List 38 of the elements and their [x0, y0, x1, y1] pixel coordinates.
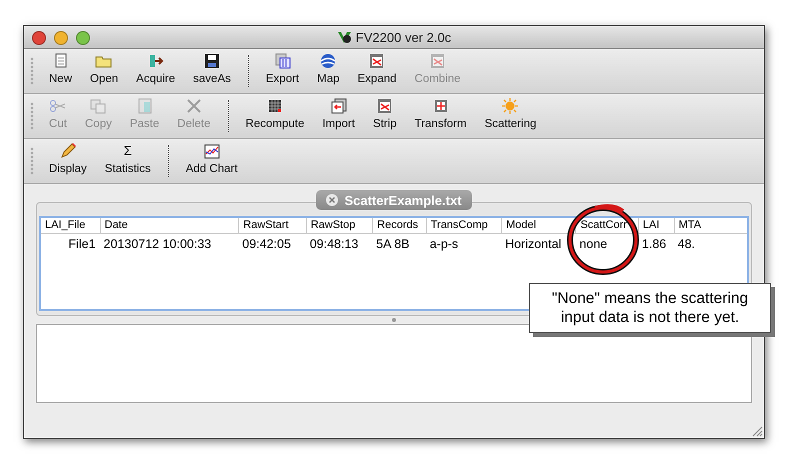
- table-cell-text: 48.: [676, 236, 696, 253]
- toolbar-button[interactable]: Export: [256, 49, 308, 93]
- column-header[interactable]: Date: [100, 218, 238, 233]
- column-header[interactable]: TransComp: [426, 218, 502, 233]
- toolbar-button[interactable]: Display: [40, 139, 96, 183]
- table-cell-text: 09:42:05: [241, 236, 292, 253]
- toolbar-button[interactable]: Strip: [364, 94, 406, 138]
- toolbar-button[interactable]: Add Chart: [176, 139, 247, 183]
- sigma-icon: Σ: [124, 142, 132, 160]
- toolbar-button[interactable]: Open: [81, 49, 128, 93]
- table-cell-text: Horizontal: [504, 236, 562, 253]
- toolbar-button[interactable]: Transform: [406, 94, 476, 138]
- table-cell-text: 1.86: [640, 236, 668, 253]
- column-header[interactable]: MTA: [674, 218, 747, 233]
- table-cell-text: a-p-s: [428, 236, 460, 253]
- table-cell-text: none: [578, 236, 608, 253]
- column-header[interactable]: LAI_File: [41, 218, 100, 233]
- table-cell-text: File1: [67, 236, 97, 253]
- toolbar-button[interactable]: New: [40, 49, 82, 93]
- column-header[interactable]: LAI: [638, 218, 674, 233]
- table-cell-text: 5A 8B: [375, 236, 411, 253]
- column-header[interactable]: Records: [372, 218, 426, 233]
- table-cell-text: 09:48:13: [308, 236, 360, 253]
- toolbar-button[interactable]: Expand: [348, 49, 406, 93]
- toolbar-button[interactable]: Recompute: [236, 94, 314, 138]
- column-header[interactable]: RawStop: [306, 218, 372, 233]
- toolbar-button[interactable]: Scattering: [476, 94, 546, 138]
- table-cell-text: 20130712 10:00:33: [102, 236, 212, 253]
- tab-label: ScatterExample.txt: [344, 192, 462, 208]
- column-header[interactable]: ScattCorr: [575, 218, 638, 233]
- column-header[interactable]: Model: [501, 218, 576, 233]
- toolbar-button[interactable]: Σ Statistics: [96, 139, 160, 183]
- toolbar-button[interactable]: saveAs: [184, 49, 240, 93]
- toolbar-button[interactable]: Import: [313, 94, 364, 138]
- toolbar-button[interactable]: Map: [308, 49, 348, 93]
- column-header[interactable]: RawStart: [238, 218, 306, 233]
- window-title: FV2200 ver 2.0c: [356, 30, 452, 44]
- toolbar-button[interactable]: Acquire: [127, 49, 184, 93]
